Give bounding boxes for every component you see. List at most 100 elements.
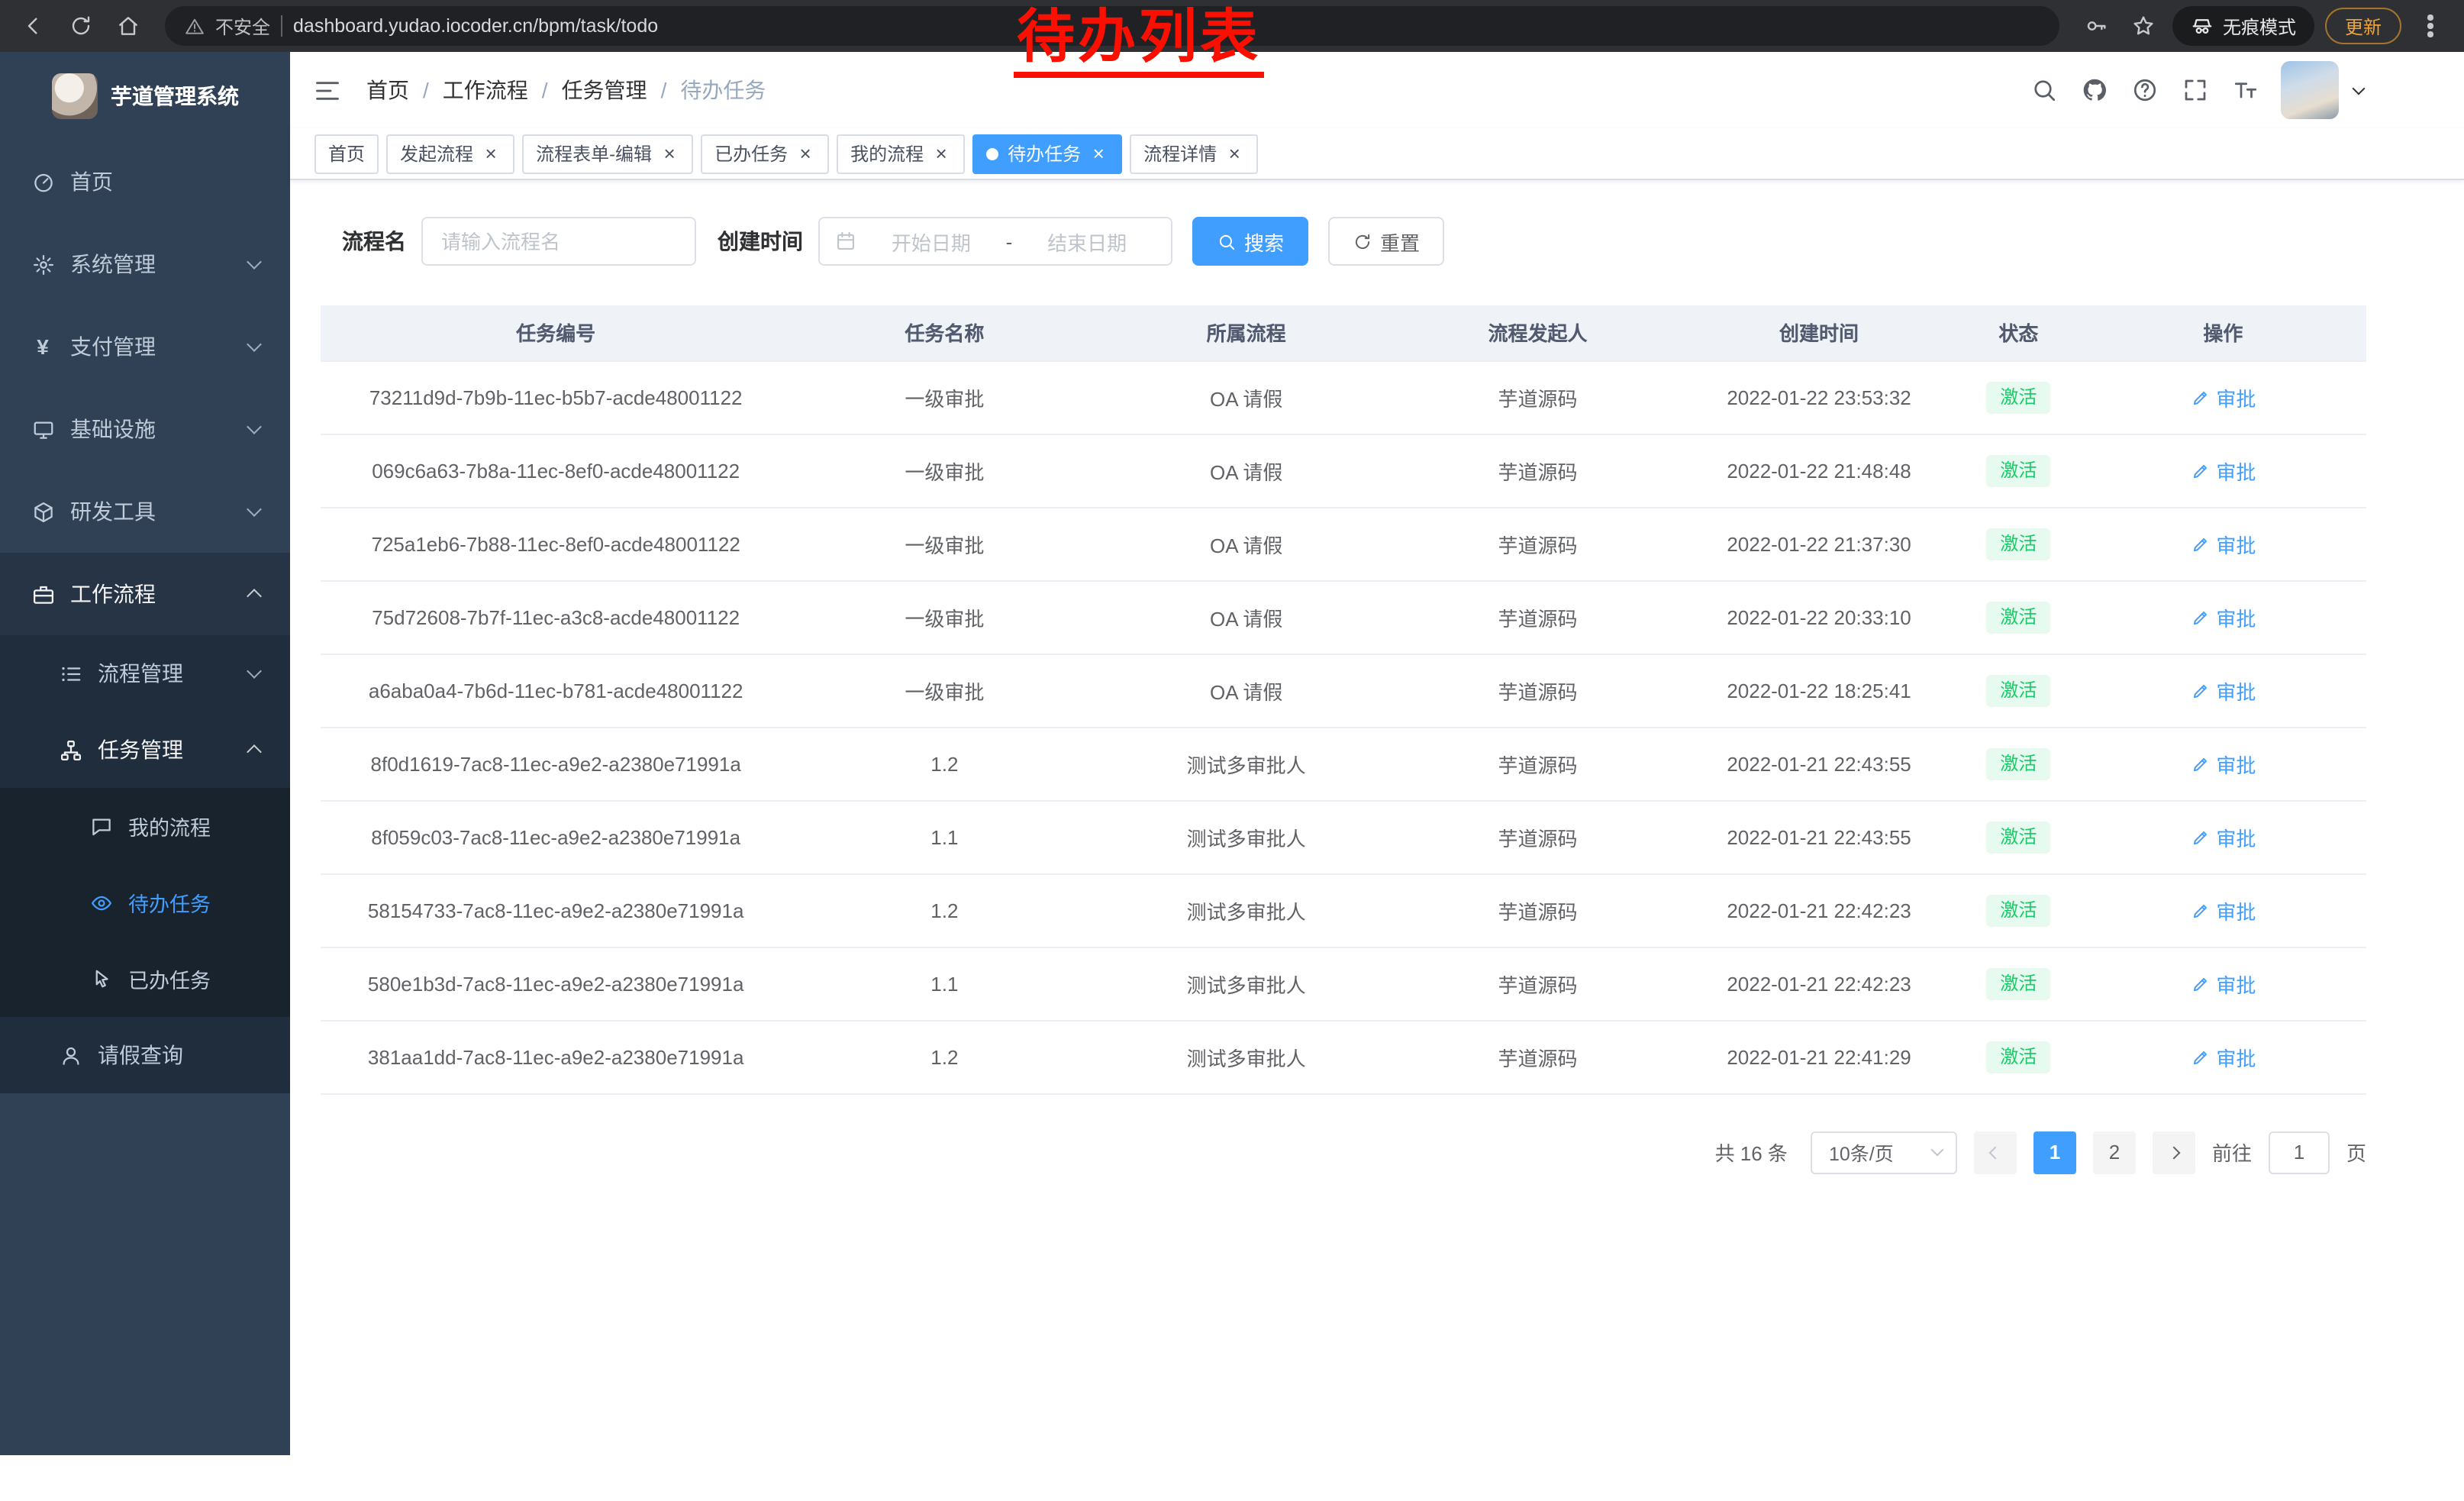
approve-link[interactable]: 审批	[2190, 822, 2256, 851]
tab-my-process[interactable]: 我的流程×	[837, 134, 965, 173]
cell-task-id: 73211d9d-7b9b-11ec-b5b7-acde48001122	[321, 360, 791, 434]
end-date-placeholder: 结束日期	[1018, 227, 1156, 256]
cell-initiator: 芋道源码	[1395, 580, 1681, 654]
cell-action: 审批	[2080, 654, 2366, 727]
page-size-select[interactable]: 10条/页	[1811, 1131, 1957, 1173]
search-button[interactable]: 搜索	[1192, 217, 1308, 266]
app-logo[interactable]: 芋道管理系统	[0, 52, 290, 140]
tab-close-icon[interactable]: ×	[660, 144, 679, 163]
cell-task-id: 58154733-7ac8-11ec-a9e2-a2380e71991a	[321, 873, 791, 947]
github-icon[interactable]	[2079, 76, 2108, 105]
status-badge: 激活	[1986, 601, 2050, 633]
sidebar-item-devtools[interactable]: 研发工具	[0, 470, 290, 553]
chevron-down-icon[interactable]	[2353, 82, 2366, 95]
tab-start-process[interactable]: 发起流程×	[386, 134, 514, 173]
incognito-label: 无痕模式	[2223, 13, 2296, 39]
sidebar-item-label: 任务管理	[98, 734, 183, 765]
sidebar-item-todo-task[interactable]: 待办任务	[0, 864, 290, 941]
tab-close-icon[interactable]: ×	[1088, 144, 1108, 163]
cell-initiator: 芋道源码	[1395, 360, 1681, 434]
date-range-picker[interactable]: 开始日期 - 结束日期	[818, 217, 1172, 266]
sidebar-item-label: 系统管理	[70, 249, 156, 279]
update-button[interactable]: 更新	[2325, 8, 2401, 44]
prev-page-button[interactable]	[1974, 1131, 2017, 1173]
fullscreen-icon[interactable]	[2180, 76, 2209, 105]
top-navbar: 首页/工作流程/任务管理/待办任务	[290, 52, 2464, 128]
sidebar-item-home[interactable]: 首页	[0, 140, 290, 223]
sidebar-item-done-task[interactable]: 已办任务	[0, 941, 290, 1017]
list-icon	[58, 661, 82, 686]
sidebar-item-infrastructure[interactable]: 基础设施	[0, 388, 290, 470]
search-icon[interactable]	[2029, 76, 2058, 105]
page-button-1[interactable]: 1	[2033, 1131, 2076, 1173]
edit-icon	[2190, 387, 2210, 407]
breadcrumb-item[interactable]: 首页	[366, 75, 409, 105]
cell-action: 审批	[2080, 1020, 2366, 1093]
edit-icon	[2190, 827, 2210, 847]
process-name-input[interactable]	[421, 217, 696, 266]
reload-icon[interactable]	[63, 8, 99, 44]
sidebar-item-leave-query[interactable]: 请假查询	[0, 1017, 290, 1093]
approve-link[interactable]: 审批	[2190, 676, 2256, 705]
star-icon[interactable]	[2125, 8, 2162, 44]
tab-close-icon[interactable]: ×	[795, 144, 815, 163]
cell-task-id: 75d72608-7b7f-11ec-a3c8-acde48001122	[321, 580, 791, 654]
sidebar-item-task-management[interactable]: 任务管理	[0, 712, 290, 788]
user-avatar[interactable]	[2281, 61, 2339, 119]
column-header: 流程发起人	[1395, 305, 1681, 360]
home-icon[interactable]	[110, 8, 147, 44]
tab-home[interactable]: 首页	[314, 134, 379, 173]
fontsize-icon[interactable]	[2230, 76, 2259, 105]
approve-link[interactable]: 审批	[2190, 749, 2256, 778]
edit-icon	[2190, 1047, 2210, 1067]
approve-link[interactable]: 审批	[2190, 896, 2256, 925]
goto-page-input[interactable]	[2269, 1131, 2330, 1173]
next-page-button[interactable]	[2153, 1131, 2195, 1173]
table-body: 73211d9d-7b9b-11ec-b5b7-acde48001122一级审批…	[321, 360, 2366, 1093]
kebab-menu-icon[interactable]	[2412, 8, 2449, 44]
tab-label: 首页	[328, 140, 365, 166]
approve-link[interactable]: 审批	[2190, 602, 2256, 631]
approve-link[interactable]: 审批	[2190, 1042, 2256, 1071]
warning-icon[interactable]	[185, 16, 205, 36]
approve-label: 审批	[2216, 896, 2256, 925]
sidebar-item-workflow[interactable]: 工作流程	[0, 553, 290, 635]
approve-link[interactable]: 审批	[2190, 529, 2256, 558]
tab-done-task[interactable]: 已办任务×	[701, 134, 829, 173]
sidebar-item-label: 请假查询	[98, 1040, 183, 1070]
cell-create-time: 2022-01-22 23:53:32	[1681, 360, 1957, 434]
hamburger-icon[interactable]	[311, 75, 342, 105]
cell-create-time: 2022-01-22 21:48:48	[1681, 434, 1957, 507]
tab-todo-task[interactable]: 待办任务×	[972, 134, 1122, 173]
page-button-2[interactable]: 2	[2093, 1131, 2136, 1173]
sidebar-item-my-process[interactable]: 我的流程	[0, 788, 290, 864]
cell-status: 激活	[1957, 360, 2080, 434]
reset-button[interactable]: 重置	[1328, 217, 1444, 266]
key-icon[interactable]	[2078, 8, 2114, 44]
approve-link[interactable]: 审批	[2190, 969, 2256, 998]
tab-close-icon[interactable]: ×	[931, 144, 951, 163]
tab-process-detail[interactable]: 流程详情×	[1130, 134, 1258, 173]
breadcrumb-item[interactable]: 任务管理	[562, 75, 647, 105]
cell-process: OA 请假	[1098, 360, 1395, 434]
cell-action: 审批	[2080, 727, 2366, 800]
tab-form-edit[interactable]: 流程表单-编辑×	[522, 134, 693, 173]
sidebar-item-payment[interactable]: ¥支付管理	[0, 305, 290, 388]
sidebar-item-label: 已办任务	[128, 964, 211, 994]
cell-task-name: 1.1	[791, 947, 1098, 1020]
question-icon[interactable]	[2130, 76, 2159, 105]
sidebar-item-process-management[interactable]: 流程管理	[0, 635, 290, 712]
cell-create-time: 2022-01-21 22:42:23	[1681, 947, 1957, 1020]
breadcrumb-item[interactable]: 工作流程	[443, 75, 528, 105]
tab-close-icon[interactable]: ×	[1224, 144, 1244, 163]
tab-close-icon[interactable]: ×	[481, 144, 501, 163]
app-root: 不安全 dashboard.yudao.iocoder.cn/bpm/task/…	[0, 0, 2464, 1501]
cursor-icon	[89, 967, 113, 991]
approve-link[interactable]: 审批	[2190, 383, 2256, 412]
cell-task-name: 1.2	[791, 873, 1098, 947]
gear-icon	[31, 252, 55, 276]
approve-link[interactable]: 审批	[2190, 456, 2256, 485]
status-badge: 激活	[1986, 674, 2050, 706]
sidebar-item-system[interactable]: 系统管理	[0, 223, 290, 305]
back-icon[interactable]	[15, 8, 52, 44]
